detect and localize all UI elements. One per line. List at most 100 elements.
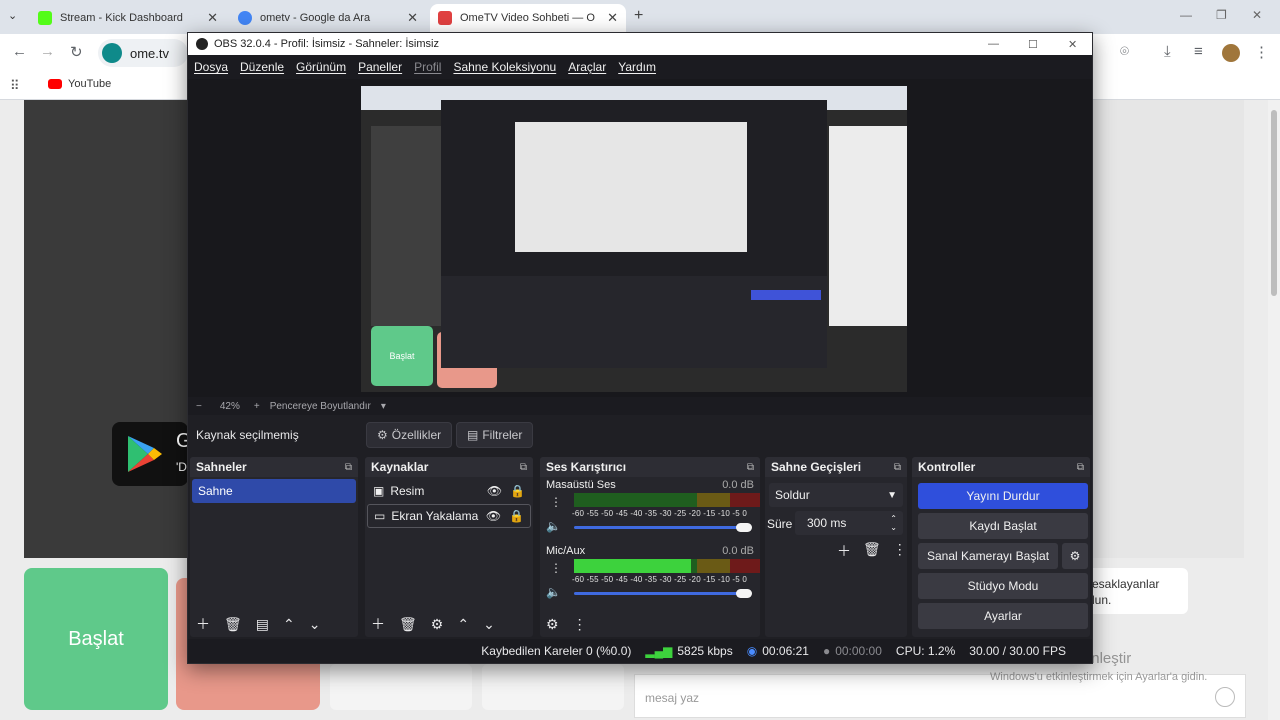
bitrate-value: 5825 kbps [677, 644, 733, 658]
eye-icon[interactable]: 👁 [486, 509, 501, 523]
google-play-badge[interactable]: G 'D [112, 422, 192, 486]
page-scrollbar[interactable] [1268, 100, 1280, 720]
new-tab-button[interactable]: + [634, 7, 643, 25]
volume-knob[interactable] [736, 589, 752, 598]
lock-icon[interactable]: 🔒 [509, 509, 524, 523]
controls-title: Kontroller [918, 460, 976, 474]
menu-profil[interactable]: Profil [414, 60, 441, 74]
avatar[interactable] [1222, 44, 1240, 62]
virtual-camera-settings-button[interactable]: ⚙ [1062, 543, 1088, 569]
source-name: Resim [390, 484, 425, 498]
trash-icon[interactable]: 🗑 [863, 541, 881, 561]
transition-select[interactable]: Soldur ▼ [769, 483, 903, 507]
lock-icon[interactable]: 🔒 [510, 484, 525, 498]
tab-kick[interactable]: Stream - Kick Dashboard ✕ [30, 4, 226, 32]
zoom-out-button[interactable]: − [196, 401, 202, 412]
studio-mode-button[interactable]: Stüdyo Modu [918, 573, 1088, 599]
speaker-icon[interactable]: 🔈 [546, 585, 561, 599]
gear-icon[interactable]: ⚙ [431, 616, 444, 633]
close-icon[interactable]: ✕ [207, 10, 218, 26]
spin-stepper[interactable]: ⌃ ⌄ [890, 514, 897, 532]
bitrate-status: ▂▄▆ 5825 kbps [645, 644, 732, 658]
preview-video-feed [371, 126, 441, 326]
menu-gorunum[interactable]: Görünüm [296, 60, 346, 74]
media-icon[interactable]: ≡ [1194, 43, 1203, 60]
more-menu-icon[interactable]: ⋮ [893, 541, 907, 561]
settings-button[interactable]: Ayarlar [918, 603, 1088, 629]
trash-icon[interactable]: 🗑 [399, 616, 417, 633]
chevron-up-icon[interactable]: ⌃ [283, 616, 295, 633]
forward-icon[interactable]: → [40, 43, 55, 60]
back-icon[interactable]: ← [12, 43, 27, 60]
more-menu-icon[interactable]: ⋮ [1254, 43, 1269, 61]
start-virtual-camera-button[interactable]: Sanal Kamerayı Başlat [918, 543, 1058, 569]
filters-button[interactable]: ▤ Filtreler [456, 422, 534, 448]
chevron-down-icon[interactable]: ▾ [381, 401, 386, 412]
volume-slider[interactable] [574, 592, 750, 595]
source-item[interactable]: ▭ Ekran Yakalama 👁 🔒 [367, 504, 531, 528]
source-item[interactable]: ▣ Resim 👁 🔒 [367, 479, 531, 503]
undock-icon[interactable]: ⧉ [894, 462, 901, 473]
scene-item[interactable]: Sahne [192, 479, 356, 503]
option-button-1[interactable] [330, 664, 472, 710]
volume-knob[interactable] [736, 523, 752, 532]
add-icon[interactable]: ＋ [196, 614, 210, 634]
zoom-in-button[interactable]: + [254, 401, 260, 412]
restore-button[interactable]: ❐ [1216, 8, 1227, 22]
properties-button[interactable]: ⚙ Özellikler [366, 422, 453, 448]
menu-dosya[interactable]: Dosya [194, 60, 228, 74]
undock-icon[interactable]: ⧉ [520, 462, 527, 473]
menu-paneller[interactable]: Paneller [358, 60, 402, 74]
close-icon[interactable]: ✕ [407, 10, 418, 26]
volume-slider[interactable] [574, 526, 750, 529]
close-icon[interactable]: ✕ [607, 10, 618, 26]
close-button[interactable]: ✕ [1252, 8, 1262, 22]
undock-icon[interactable]: ⧉ [747, 462, 754, 473]
channel-menu-icon[interactable]: ⋮ [550, 495, 562, 509]
trash-icon[interactable]: 🗑 [224, 616, 242, 633]
obs-close-button[interactable]: ✕ [1068, 38, 1077, 51]
tab-ometv[interactable]: OmeTV Video Sohbeti — O ✕ [430, 4, 626, 32]
download-icon[interactable]: ⤓ [1164, 43, 1171, 60]
add-icon[interactable]: ＋ [371, 614, 385, 634]
chevron-up-icon[interactable]: ⌃ [457, 616, 469, 633]
preview-chat-area [829, 126, 907, 326]
tab-search-icon[interactable]: ⌄ [8, 9, 17, 22]
minimize-button[interactable]: — [1180, 8, 1192, 22]
more-menu-icon[interactable]: ⋮ [573, 616, 587, 633]
add-icon[interactable]: ＋ [837, 541, 851, 561]
apps-icon[interactable]: ⠿ [10, 78, 20, 94]
advanced-audio-icon[interactable]: ⚙ [546, 616, 559, 633]
tab-google[interactable]: ometv - Google da Ara ✕ [230, 4, 426, 32]
reload-icon[interactable]: ↻ [70, 43, 83, 61]
speaker-icon[interactable]: 🔈 [546, 519, 561, 533]
eye-icon[interactable]: 👁 [487, 484, 502, 498]
obs-minimize-button[interactable]: — [988, 38, 999, 50]
dropped-frames: Kaybedilen Kareler 0 (%0.0) [481, 644, 632, 658]
duration-input[interactable]: 300 ms ⌃ ⌄ [795, 511, 903, 535]
option-button-2[interactable] [482, 664, 624, 710]
undock-icon[interactable]: ⧉ [1077, 462, 1084, 473]
start-button[interactable]: Başlat [24, 568, 168, 710]
obs-maximize-button[interactable]: ☐ [1028, 38, 1038, 51]
menu-duzenle[interactable]: Düzenle [240, 60, 284, 74]
undock-icon[interactable]: ⧉ [345, 462, 352, 473]
start-recording-button[interactable]: Kaydı Başlat [918, 513, 1088, 539]
filter-icon[interactable]: ▤ [256, 616, 269, 633]
menu-araclar[interactable]: Araçlar [568, 60, 606, 74]
chat-notice: esaklayanlar lun. [1086, 568, 1188, 614]
chevron-down-icon[interactable]: ⌄ [483, 616, 495, 633]
fit-to-window-button[interactable]: Pencereye Boyutlandır [270, 401, 371, 412]
program-preview[interactable]: Başlat [361, 86, 907, 392]
source-name: Ekran Yakalama [391, 509, 479, 523]
scrollbar-thumb[interactable] [1271, 110, 1277, 296]
stop-streaming-button[interactable]: Yayını Durdur [918, 483, 1088, 509]
menu-sahne-koleksiyonu[interactable]: Sahne Koleksiyonu [453, 60, 556, 74]
channel-menu-icon[interactable]: ⋮ [550, 561, 562, 575]
chevron-down-icon[interactable]: ⌄ [309, 616, 321, 633]
address-bar[interactable]: ome.tv [98, 39, 188, 67]
lens-icon[interactable]: ⌾ [1120, 43, 1129, 60]
emoji-icon[interactable] [1215, 687, 1235, 707]
bookmark-youtube[interactable]: YouTube [48, 78, 111, 90]
menu-yardim[interactable]: Yardım [618, 60, 656, 74]
